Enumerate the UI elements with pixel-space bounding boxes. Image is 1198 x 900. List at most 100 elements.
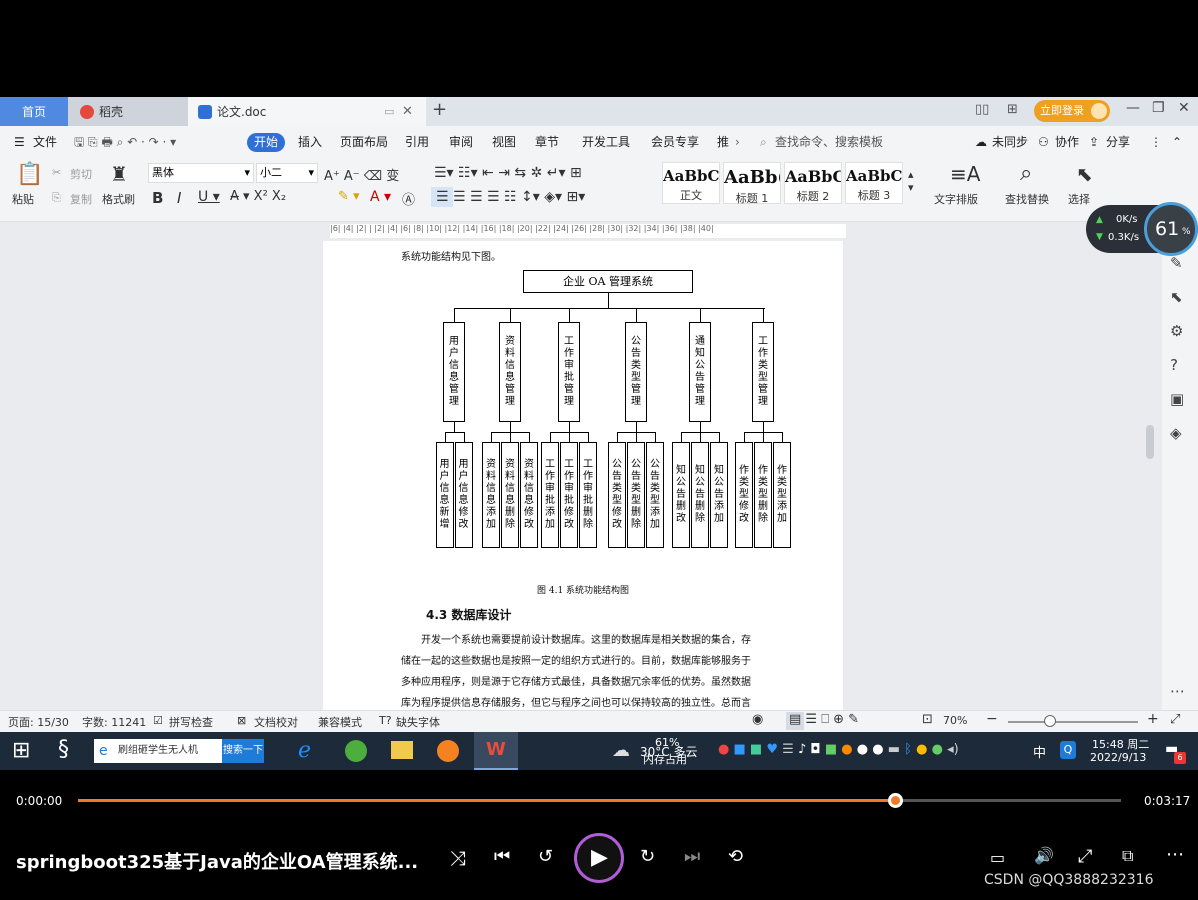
login-button[interactable]: 立即登录 — [1034, 100, 1110, 122]
menu-start[interactable]: 开始 — [247, 133, 285, 152]
menu-chapter[interactable]: 章节 — [535, 126, 559, 158]
page-indicator[interactable]: 页面: 15/30 — [8, 714, 69, 730]
italic-icon[interactable]: I — [177, 189, 181, 207]
folder-icon[interactable] — [391, 741, 413, 759]
tab-daoke[interactable]: 稻壳 — [68, 97, 188, 126]
more-dots-icon[interactable]: ⋯ — [1170, 682, 1185, 700]
fullscreen-icon[interactable]: ⤢ — [1078, 846, 1092, 867]
menu-file[interactable]: 文件 — [33, 126, 57, 158]
forward-30-icon[interactable]: ↻ — [640, 846, 655, 867]
new-tab-icon[interactable]: + — [432, 99, 447, 120]
fit-icon[interactable]: ⊡ — [922, 712, 933, 727]
select-label[interactable]: 选择 — [1068, 191, 1090, 207]
close-tab-icon[interactable]: ✕ — [402, 104, 413, 119]
font-size-select[interactable]: 小二 ▾ — [256, 163, 318, 183]
highlight-icon[interactable]: ✎ ▾ — [338, 189, 360, 204]
chevron-right-icon[interactable]: › — [735, 126, 740, 158]
char-border-icon[interactable]: Ⓐ — [402, 189, 415, 208]
eye-icon[interactable]: ◉ — [752, 712, 763, 727]
pen-icon[interactable]: ✎ — [1170, 254, 1183, 272]
more-options-icon[interactable]: ⋯ — [1166, 844, 1184, 865]
text-layout-label[interactable]: 文字排版 — [934, 191, 978, 207]
next-icon[interactable]: ⏭ — [684, 846, 700, 867]
tray-icons[interactable]: ● ■ ■ ♥ ☰ ♪ ◘ ■ ● ● ● ▬ ᛒ ● ● ◂) — [718, 742, 959, 757]
format-painter-label[interactable]: 格式刷 — [102, 191, 135, 207]
zoom-slider[interactable] — [1008, 721, 1138, 723]
image-icon[interactable]: ▣ — [1170, 390, 1184, 408]
clock-time[interactable]: 15:48 周二 — [1092, 736, 1149, 752]
style-h1[interactable]: AaBb(标题 1 — [723, 162, 781, 205]
align-icons[interactable]: ☰ ☰ ☰ ☰ ☷ ↕▾ ◈▾ ⊞▾ — [436, 189, 585, 205]
format-painter-icon[interactable]: ♜ — [110, 162, 128, 186]
list-icons[interactable]: ☰▾ ☷▾ ⇤ ⇥ ⇆ ✲ ↵▾ ⊞ — [434, 165, 582, 181]
zoom-in-icon[interactable]: + — [1147, 711, 1159, 727]
sync-status[interactable]: 未同步 — [992, 126, 1028, 158]
sliders-icon[interactable]: ⚙ — [1170, 322, 1183, 340]
menu-references[interactable]: 引用 — [405, 126, 429, 158]
taskbar-search-input[interactable]: e 刷组砸学生无人机 — [94, 739, 224, 763]
menu-more[interactable]: 推 — [717, 126, 729, 158]
help-icon[interactable]: ? — [1170, 356, 1178, 374]
command-search[interactable]: 查找命令、搜索模板 — [775, 126, 883, 158]
missing-fonts[interactable]: 缺失字体 — [396, 714, 440, 730]
tab-document[interactable]: 论文.doc ▭ ✕ — [188, 97, 426, 126]
ime-indicator[interactable]: 中 — [1033, 742, 1046, 761]
zoom-slider-thumb[interactable] — [1044, 715, 1056, 727]
app-s-icon[interactable]: § — [58, 737, 69, 762]
find-icon[interactable]: ⌕ — [1020, 161, 1032, 186]
menu-insert[interactable]: 插入 — [298, 126, 322, 158]
clock-date[interactable]: 2022/9/13 — [1090, 751, 1146, 764]
select-cursor-icon[interactable]: ⬉ — [1076, 162, 1093, 186]
zoom-level[interactable]: 70% — [943, 714, 967, 727]
view-mode-icons[interactable]: ▤ ☰ ⎕ ⊕ ✎ — [789, 712, 859, 727]
paste-icon[interactable]: 📋 — [16, 162, 43, 187]
menu-review[interactable]: 审阅 — [449, 126, 473, 158]
paste-label[interactable]: 粘贴 — [12, 191, 34, 207]
style-h3[interactable]: AaBbCc 标题 3 — [845, 162, 903, 204]
document-page[interactable]: 系统功能结构见下图。 企业 OA 管理系统 用 户 信 息 管 理用 户 信 息… — [323, 241, 843, 710]
checkbox-icon[interactable]: ☑ — [153, 714, 163, 727]
quick-access-icons[interactable]: 🖫 ⎘ 🖶 ⌕ ↶ · ↷ · ▾ — [74, 126, 176, 158]
script-icons[interactable]: A̶ ▾ X² X₂ — [230, 189, 286, 204]
more-icon[interactable]: ⋮ — [1150, 126, 1162, 158]
network-speed-widget[interactable]: ▲ 0K/s ▼ 0.3K/s 61 % — [1086, 202, 1198, 256]
app-orange-icon[interactable] — [437, 740, 459, 762]
subtitles-icon[interactable]: ▭ — [990, 848, 1005, 867]
close-window-icon[interactable]: ✕ — [1178, 100, 1190, 116]
vertical-scrollbar[interactable] — [1146, 245, 1154, 705]
progress-knob[interactable] — [887, 793, 903, 808]
find-replace-label[interactable]: 查找替换 — [1005, 191, 1049, 207]
font-color-icon[interactable]: A ▾ — [370, 189, 391, 205]
word-count[interactable]: 字数: 11241 — [82, 714, 146, 730]
share-button[interactable]: 分享 — [1106, 126, 1130, 158]
cut-label[interactable]: 剪切 — [70, 166, 92, 182]
shuffle-icon[interactable]: ⤨ — [450, 846, 466, 870]
bold-icon[interactable]: B — [152, 189, 163, 207]
progress-track[interactable] — [78, 793, 1121, 808]
copy-icon[interactable]: ⎘ — [52, 191, 61, 205]
text-layout-icon[interactable]: ≡A — [950, 162, 980, 186]
browser-360-icon[interactable] — [345, 740, 367, 762]
grid-icon[interactable]: ⊞ — [1007, 102, 1018, 117]
spell-check[interactable]: 拼写检查 — [169, 714, 213, 730]
taskbar-search-button[interactable]: 搜索一下 — [222, 739, 264, 763]
style-scroll-icon[interactable]: ▴ ▾ — [908, 168, 914, 194]
menu-view[interactable]: 视图 — [492, 126, 516, 158]
repeat-icon[interactable]: ⟲ — [728, 846, 743, 867]
mini-player-icon[interactable]: ⧉ — [1122, 846, 1133, 866]
style-h2[interactable]: AaBbC 标题 2 — [784, 162, 842, 204]
qq-icon[interactable]: Q — [1060, 741, 1076, 759]
pin-icon[interactable]: ▭ — [384, 105, 394, 118]
ruler[interactable]: |6| |4| |2| | |2| |4| |6| |8| |10| |12| … — [330, 224, 846, 238]
font-name-select[interactable]: 黑体 ▾ — [148, 163, 254, 183]
volume-icon[interactable]: 🔊 — [1034, 846, 1054, 865]
play-button[interactable]: ▶ — [574, 833, 624, 883]
fullscreen-icon[interactable]: ⤢ — [1170, 712, 1180, 727]
scrollbar-thumb[interactable] — [1146, 425, 1154, 459]
windows-start-icon[interactable]: ⊞ — [12, 738, 30, 763]
layout-icon[interactable]: ▯▯ — [975, 102, 989, 117]
menu-page-layout[interactable]: 页面布局 — [340, 126, 388, 158]
cut-icon[interactable]: ✂ — [52, 166, 61, 179]
underline-icon[interactable]: U ▾ — [198, 189, 220, 205]
collapse-ribbon-icon[interactable]: ⌃ — [1172, 126, 1182, 158]
